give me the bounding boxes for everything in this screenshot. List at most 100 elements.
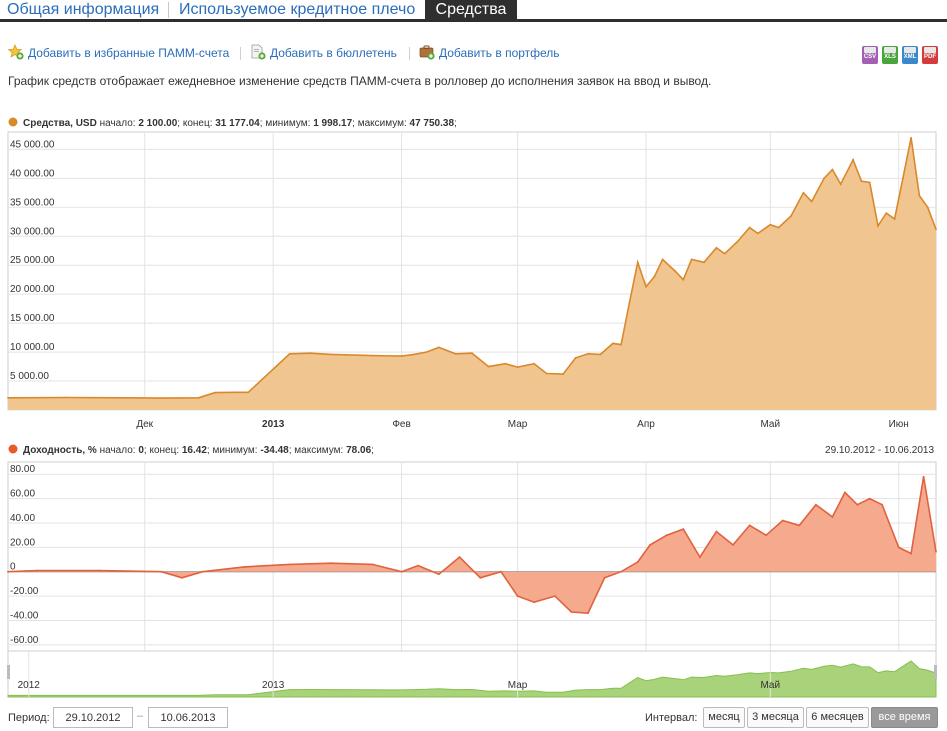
profitability-point[interactable]	[288, 563, 291, 566]
add-to-bulletin-link[interactable]: Добавить в бюллетень	[250, 44, 410, 62]
profitability-point[interactable]	[732, 544, 734, 546]
equity-point[interactable]	[860, 180, 863, 183]
equity-point[interactable]	[413, 353, 415, 356]
equity-point[interactable]	[926, 206, 929, 209]
equity-point[interactable]	[885, 212, 888, 214]
profitability-point[interactable]	[201, 570, 204, 573]
profitability-point[interactable]	[243, 566, 246, 568]
profitability-point[interactable]	[665, 534, 668, 537]
equity-point[interactable]	[7, 396, 9, 399]
profitability-point[interactable]	[636, 561, 639, 563]
interval-3-months-button[interactable]: 3 месяца	[747, 707, 804, 728]
profitability-point[interactable]	[881, 503, 883, 506]
equity-point[interactable]	[214, 391, 217, 394]
equity-point[interactable]	[330, 353, 332, 356]
equity-point[interactable]	[471, 352, 473, 355]
profitability-point[interactable]	[98, 569, 100, 572]
equity-point[interactable]	[454, 352, 457, 355]
profitability-point[interactable]	[587, 612, 589, 615]
period-from-input[interactable]	[53, 707, 133, 728]
profitability-point[interactable]	[479, 576, 482, 579]
equity-point[interactable]	[574, 357, 577, 359]
add-to-portfolio-link[interactable]: Добавить в портфель	[419, 44, 589, 62]
equity-point[interactable]	[831, 168, 834, 171]
profitability-point[interactable]	[7, 570, 9, 573]
profitability-point[interactable]	[620, 570, 622, 573]
profitability-point[interactable]	[603, 576, 606, 579]
equity-point[interactable]	[839, 183, 842, 185]
equity-point[interactable]	[893, 218, 896, 220]
equity-point[interactable]	[661, 258, 664, 261]
profitability-point[interactable]	[748, 524, 751, 527]
profitability-point[interactable]	[533, 601, 535, 604]
equity-point[interactable]	[516, 366, 519, 368]
export-csv-icon[interactable]: CSV	[862, 46, 878, 64]
profitability-point[interactable]	[935, 550, 937, 553]
equity-point[interactable]	[562, 373, 564, 375]
equity-point[interactable]	[533, 362, 535, 365]
equity-point[interactable]	[769, 223, 772, 226]
equity-point[interactable]	[247, 391, 250, 394]
tab-funds[interactable]: Средства	[425, 0, 517, 22]
tab-general-info[interactable]: Общая информация	[7, 0, 159, 22]
equity-point[interactable]	[504, 362, 506, 365]
equity-point[interactable]	[748, 226, 751, 229]
equity-point[interactable]	[425, 351, 428, 353]
equity-point[interactable]	[674, 270, 676, 272]
add-to-favorites-link[interactable]: Добавить в избранные ПАММ-счета	[8, 44, 233, 62]
equity-point[interactable]	[802, 191, 805, 194]
interval-month-button[interactable]: месяц	[703, 707, 745, 728]
navigator-left-handle[interactable]	[7, 665, 10, 679]
equity-point[interactable]	[235, 391, 237, 394]
equity-point[interactable]	[868, 181, 871, 184]
equity-point[interactable]	[935, 228, 937, 231]
profitability-point[interactable]	[160, 570, 163, 573]
interval-all-time-button[interactable]: все время	[871, 707, 938, 728]
equity-point[interactable]	[371, 354, 374, 357]
equity-point[interactable]	[636, 261, 639, 264]
profitability-point[interactable]	[500, 570, 502, 573]
equity-point[interactable]	[823, 177, 825, 180]
equity-point[interactable]	[438, 346, 440, 349]
interval-6-months-button[interactable]: 6 месяцев	[806, 707, 869, 728]
equity-point[interactable]	[757, 232, 759, 235]
tab-leverage[interactable]: Используемое кредитное плечо	[179, 0, 415, 22]
profitability-point[interactable]	[844, 491, 846, 494]
equity-point[interactable]	[197, 396, 200, 399]
equity-point[interactable]	[620, 343, 622, 346]
equity-point[interactable]	[160, 397, 163, 399]
profitability-point[interactable]	[181, 576, 183, 579]
profitability-point[interactable]	[715, 530, 718, 533]
equity-point[interactable]	[703, 261, 705, 264]
profitability-point[interactable]	[400, 570, 403, 573]
equity-point[interactable]	[682, 278, 685, 281]
equity-point[interactable]	[309, 352, 312, 355]
profitability-point[interactable]	[570, 611, 573, 613]
profitability-point[interactable]	[682, 528, 685, 530]
equity-point[interactable]	[587, 352, 589, 355]
equity-point[interactable]	[877, 224, 879, 227]
equity-point[interactable]	[487, 365, 490, 368]
equity-point[interactable]	[599, 353, 602, 356]
period-to-input[interactable]	[148, 707, 228, 728]
profitability-point[interactable]	[922, 475, 925, 478]
export-xml-icon[interactable]: XML	[902, 46, 918, 64]
equity-point[interactable]	[123, 396, 125, 399]
equity-point[interactable]	[65, 396, 67, 399]
profitability-point[interactable]	[699, 556, 701, 558]
equity-point[interactable]	[777, 226, 780, 229]
equity-point[interactable]	[690, 258, 693, 261]
equity-profit-chart[interactable]: Средства, USD начало: 2 100.00; конец: 3…	[0, 110, 947, 702]
profitability-point[interactable]	[516, 595, 519, 597]
profitability-point[interactable]	[910, 552, 912, 555]
equity-point[interactable]	[910, 136, 912, 139]
equity-point[interactable]	[645, 285, 647, 288]
equity-point[interactable]	[810, 200, 813, 203]
equity-point[interactable]	[628, 302, 631, 304]
equity-point[interactable]	[902, 177, 904, 180]
equity-point[interactable]	[545, 372, 548, 375]
profitability-point[interactable]	[781, 519, 784, 522]
equity-point[interactable]	[400, 355, 403, 357]
profitability-point[interactable]	[458, 556, 461, 558]
navigator-right-handle[interactable]	[934, 665, 937, 679]
